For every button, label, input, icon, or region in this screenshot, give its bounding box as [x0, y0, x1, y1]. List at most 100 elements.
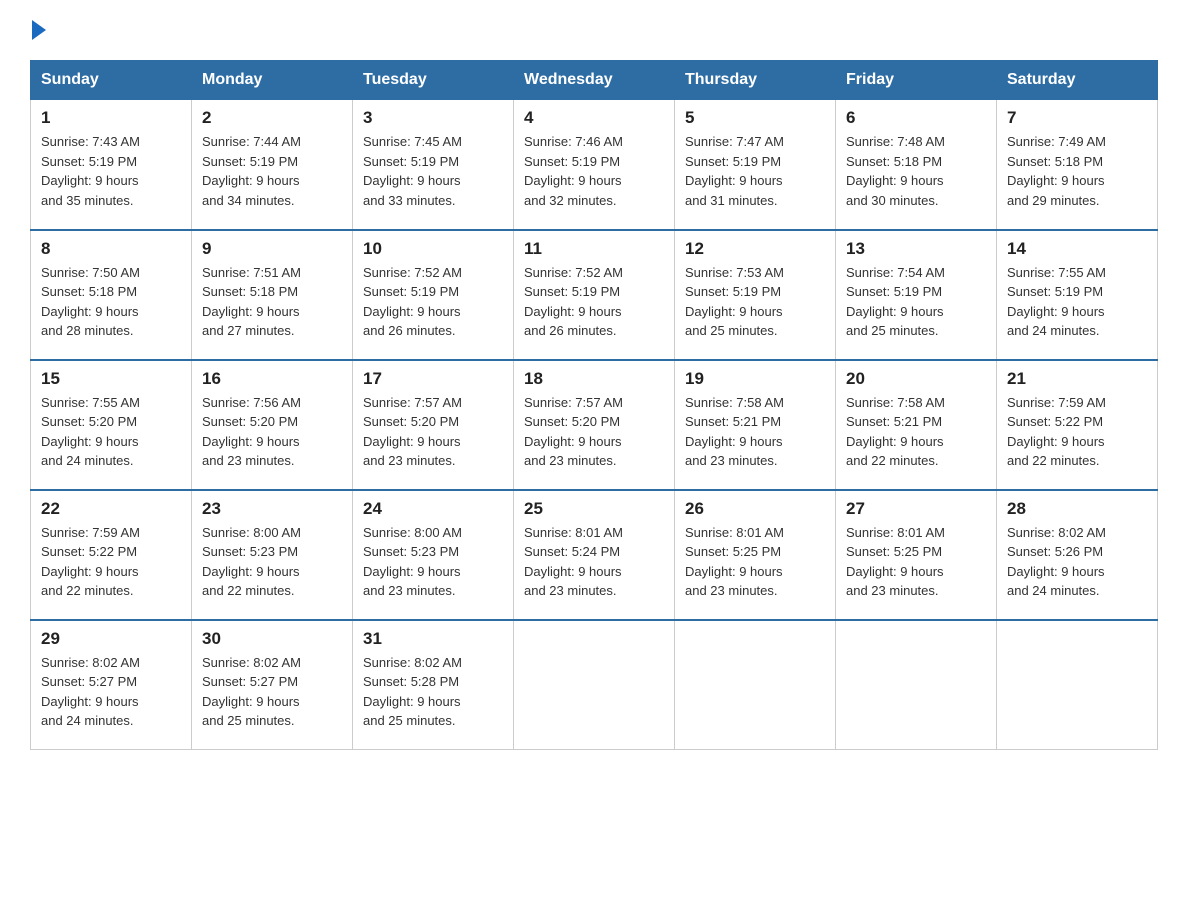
day-info: Sunrise: 7:43 AM Sunset: 5:19 PM Dayligh… [41, 132, 181, 210]
day-info: Sunrise: 7:55 AM Sunset: 5:20 PM Dayligh… [41, 393, 181, 471]
column-header-friday: Friday [836, 61, 997, 100]
day-number: 28 [1007, 499, 1147, 519]
logo-triangle-icon [32, 20, 46, 40]
calendar-cell [514, 620, 675, 750]
calendar-week-row: 29 Sunrise: 8:02 AM Sunset: 5:27 PM Dayl… [31, 620, 1158, 750]
calendar-cell: 22 Sunrise: 7:59 AM Sunset: 5:22 PM Dayl… [31, 490, 192, 620]
day-number: 1 [41, 108, 181, 128]
calendar-cell: 2 Sunrise: 7:44 AM Sunset: 5:19 PM Dayli… [192, 100, 353, 230]
day-info: Sunrise: 8:00 AM Sunset: 5:23 PM Dayligh… [202, 523, 342, 601]
calendar-cell: 20 Sunrise: 7:58 AM Sunset: 5:21 PM Dayl… [836, 360, 997, 490]
logo-blue-part [30, 20, 46, 40]
day-number: 2 [202, 108, 342, 128]
day-number: 20 [846, 369, 986, 389]
day-number: 5 [685, 108, 825, 128]
day-info: Sunrise: 8:02 AM Sunset: 5:28 PM Dayligh… [363, 653, 503, 731]
calendar-cell: 28 Sunrise: 8:02 AM Sunset: 5:26 PM Dayl… [997, 490, 1158, 620]
day-info: Sunrise: 7:58 AM Sunset: 5:21 PM Dayligh… [846, 393, 986, 471]
day-info: Sunrise: 7:56 AM Sunset: 5:20 PM Dayligh… [202, 393, 342, 471]
calendar-cell: 18 Sunrise: 7:57 AM Sunset: 5:20 PM Dayl… [514, 360, 675, 490]
calendar-week-row: 15 Sunrise: 7:55 AM Sunset: 5:20 PM Dayl… [31, 360, 1158, 490]
calendar-cell [997, 620, 1158, 750]
day-info: Sunrise: 7:48 AM Sunset: 5:18 PM Dayligh… [846, 132, 986, 210]
calendar-cell: 15 Sunrise: 7:55 AM Sunset: 5:20 PM Dayl… [31, 360, 192, 490]
calendar-cell: 1 Sunrise: 7:43 AM Sunset: 5:19 PM Dayli… [31, 100, 192, 230]
day-info: Sunrise: 8:02 AM Sunset: 5:27 PM Dayligh… [202, 653, 342, 731]
calendar-cell: 26 Sunrise: 8:01 AM Sunset: 5:25 PM Dayl… [675, 490, 836, 620]
calendar-header-row: SundayMondayTuesdayWednesdayThursdayFrid… [31, 61, 1158, 100]
day-number: 10 [363, 239, 503, 259]
day-info: Sunrise: 7:52 AM Sunset: 5:19 PM Dayligh… [524, 263, 664, 341]
calendar-cell: 9 Sunrise: 7:51 AM Sunset: 5:18 PM Dayli… [192, 230, 353, 360]
column-header-monday: Monday [192, 61, 353, 100]
day-number: 7 [1007, 108, 1147, 128]
calendar-cell: 29 Sunrise: 8:02 AM Sunset: 5:27 PM Dayl… [31, 620, 192, 750]
column-header-saturday: Saturday [997, 61, 1158, 100]
calendar-cell [675, 620, 836, 750]
column-header-wednesday: Wednesday [514, 61, 675, 100]
day-number: 17 [363, 369, 503, 389]
calendar-cell: 11 Sunrise: 7:52 AM Sunset: 5:19 PM Dayl… [514, 230, 675, 360]
calendar-body: 1 Sunrise: 7:43 AM Sunset: 5:19 PM Dayli… [31, 100, 1158, 750]
calendar-cell: 6 Sunrise: 7:48 AM Sunset: 5:18 PM Dayli… [836, 100, 997, 230]
day-info: Sunrise: 7:47 AM Sunset: 5:19 PM Dayligh… [685, 132, 825, 210]
calendar-cell: 25 Sunrise: 8:01 AM Sunset: 5:24 PM Dayl… [514, 490, 675, 620]
day-info: Sunrise: 7:54 AM Sunset: 5:19 PM Dayligh… [846, 263, 986, 341]
day-info: Sunrise: 8:02 AM Sunset: 5:26 PM Dayligh… [1007, 523, 1147, 601]
day-number: 3 [363, 108, 503, 128]
day-number: 24 [363, 499, 503, 519]
day-info: Sunrise: 8:02 AM Sunset: 5:27 PM Dayligh… [41, 653, 181, 731]
day-number: 26 [685, 499, 825, 519]
day-number: 18 [524, 369, 664, 389]
calendar-table: SundayMondayTuesdayWednesdayThursdayFrid… [30, 60, 1158, 750]
day-info: Sunrise: 7:59 AM Sunset: 5:22 PM Dayligh… [1007, 393, 1147, 471]
day-number: 30 [202, 629, 342, 649]
day-info: Sunrise: 7:50 AM Sunset: 5:18 PM Dayligh… [41, 263, 181, 341]
day-info: Sunrise: 7:53 AM Sunset: 5:19 PM Dayligh… [685, 263, 825, 341]
column-header-thursday: Thursday [675, 61, 836, 100]
day-number: 15 [41, 369, 181, 389]
column-header-sunday: Sunday [31, 61, 192, 100]
column-header-tuesday: Tuesday [353, 61, 514, 100]
calendar-cell: 7 Sunrise: 7:49 AM Sunset: 5:18 PM Dayli… [997, 100, 1158, 230]
day-info: Sunrise: 7:59 AM Sunset: 5:22 PM Dayligh… [41, 523, 181, 601]
day-number: 16 [202, 369, 342, 389]
day-info: Sunrise: 7:45 AM Sunset: 5:19 PM Dayligh… [363, 132, 503, 210]
calendar-cell: 31 Sunrise: 8:02 AM Sunset: 5:28 PM Dayl… [353, 620, 514, 750]
calendar-cell: 3 Sunrise: 7:45 AM Sunset: 5:19 PM Dayli… [353, 100, 514, 230]
day-info: Sunrise: 7:52 AM Sunset: 5:19 PM Dayligh… [363, 263, 503, 341]
day-info: Sunrise: 8:01 AM Sunset: 5:24 PM Dayligh… [524, 523, 664, 601]
day-number: 25 [524, 499, 664, 519]
page-header [30, 20, 1158, 40]
day-info: Sunrise: 8:01 AM Sunset: 5:25 PM Dayligh… [846, 523, 986, 601]
calendar-cell: 27 Sunrise: 8:01 AM Sunset: 5:25 PM Dayl… [836, 490, 997, 620]
logo [30, 20, 46, 40]
calendar-cell: 23 Sunrise: 8:00 AM Sunset: 5:23 PM Dayl… [192, 490, 353, 620]
day-info: Sunrise: 7:44 AM Sunset: 5:19 PM Dayligh… [202, 132, 342, 210]
day-number: 8 [41, 239, 181, 259]
day-number: 6 [846, 108, 986, 128]
day-info: Sunrise: 7:58 AM Sunset: 5:21 PM Dayligh… [685, 393, 825, 471]
day-number: 29 [41, 629, 181, 649]
day-number: 14 [1007, 239, 1147, 259]
day-info: Sunrise: 7:55 AM Sunset: 5:19 PM Dayligh… [1007, 263, 1147, 341]
day-info: Sunrise: 8:01 AM Sunset: 5:25 PM Dayligh… [685, 523, 825, 601]
calendar-cell: 17 Sunrise: 7:57 AM Sunset: 5:20 PM Dayl… [353, 360, 514, 490]
day-number: 13 [846, 239, 986, 259]
day-info: Sunrise: 7:51 AM Sunset: 5:18 PM Dayligh… [202, 263, 342, 341]
calendar-cell: 13 Sunrise: 7:54 AM Sunset: 5:19 PM Dayl… [836, 230, 997, 360]
calendar-cell: 8 Sunrise: 7:50 AM Sunset: 5:18 PM Dayli… [31, 230, 192, 360]
day-info: Sunrise: 7:49 AM Sunset: 5:18 PM Dayligh… [1007, 132, 1147, 210]
day-number: 4 [524, 108, 664, 128]
day-number: 31 [363, 629, 503, 649]
calendar-cell: 5 Sunrise: 7:47 AM Sunset: 5:19 PM Dayli… [675, 100, 836, 230]
day-info: Sunrise: 7:57 AM Sunset: 5:20 PM Dayligh… [363, 393, 503, 471]
day-number: 19 [685, 369, 825, 389]
calendar-cell: 4 Sunrise: 7:46 AM Sunset: 5:19 PM Dayli… [514, 100, 675, 230]
calendar-cell: 30 Sunrise: 8:02 AM Sunset: 5:27 PM Dayl… [192, 620, 353, 750]
calendar-cell: 14 Sunrise: 7:55 AM Sunset: 5:19 PM Dayl… [997, 230, 1158, 360]
day-number: 22 [41, 499, 181, 519]
day-number: 11 [524, 239, 664, 259]
calendar-cell: 19 Sunrise: 7:58 AM Sunset: 5:21 PM Dayl… [675, 360, 836, 490]
calendar-cell: 24 Sunrise: 8:00 AM Sunset: 5:23 PM Dayl… [353, 490, 514, 620]
